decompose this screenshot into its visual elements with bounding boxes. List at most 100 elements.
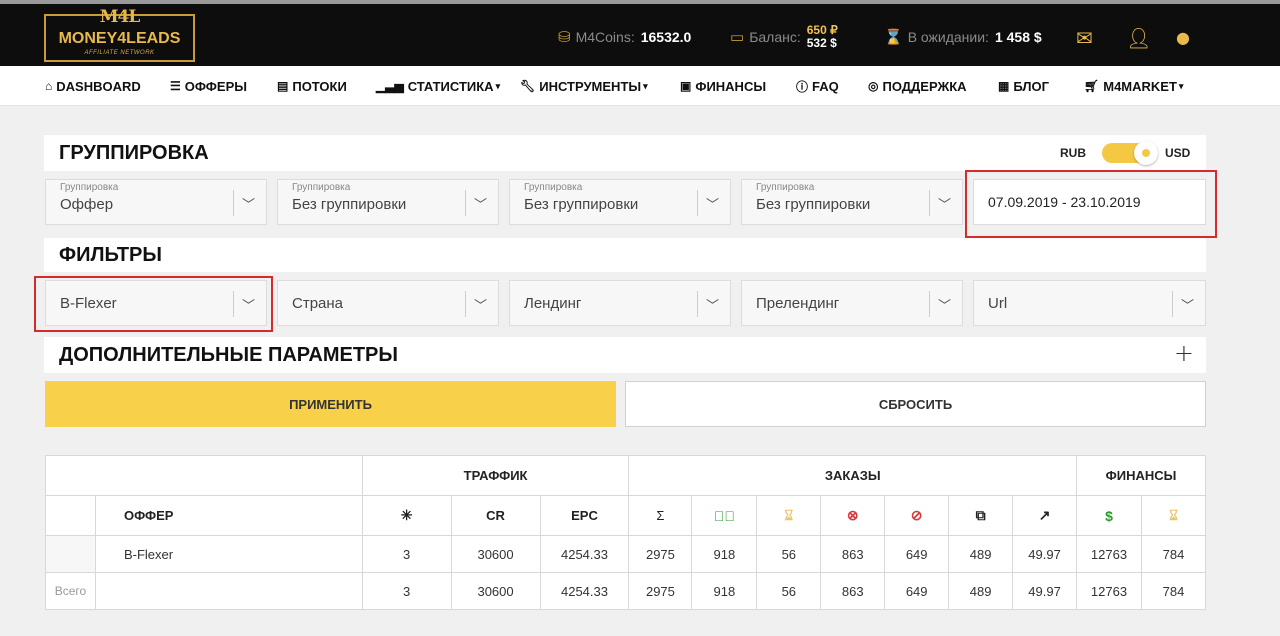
- col-duplicate[interactable]: ⧉: [948, 495, 1014, 536]
- chevron-down-icon: ﹀: [705, 299, 719, 314]
- select-value: Без группировки: [292, 196, 407, 213]
- table-total-row: Всего 3 30600 4254.33 2975 918 56 863 64…: [45, 572, 1207, 610]
- grouping-header: ГРУППИРОВКА RUB USD: [44, 135, 1206, 171]
- toggle-knob: [1134, 141, 1158, 165]
- filters-title: ФИЛЬТРЫ: [59, 244, 162, 266]
- cell: 4254.33: [539, 572, 630, 610]
- cell: 649: [884, 535, 950, 573]
- select-value: Страна: [292, 295, 344, 312]
- col-approved[interactable]: ✓⃝: [691, 495, 758, 536]
- col-cancelled[interactable]: ⊘: [884, 495, 950, 536]
- money-icon: ▣: [680, 79, 692, 93]
- col-empty: [45, 495, 96, 536]
- col-offer[interactable]: ОФФЕР: [94, 495, 363, 536]
- logo-tagline: AFFILIATE NETWORK: [84, 50, 155, 56]
- dollar-icon: $: [1105, 507, 1113, 524]
- table-group-header: ТРАФФИК ЗАКАЗЫ ФИНАНСЫ: [45, 455, 1206, 496]
- filter-prelanding-select[interactable]: Прелендинг ﹀: [741, 280, 963, 326]
- currency-toggle[interactable]: [1102, 141, 1158, 165]
- nav-streams[interactable]: ▤ ПОТОКИ: [277, 66, 347, 106]
- select-label: Группировка: [756, 182, 815, 193]
- nav-label: СТАТИСТИКА: [407, 78, 494, 94]
- extra-params-header[interactable]: ДОПОЛНИТЕЛЬНЫЕ ПАРАМЕТРЫ +: [44, 337, 1206, 373]
- nav-tools[interactable]: 🔧︎ ИНСТРУМЕНТЫ ▾: [520, 66, 648, 106]
- logo[interactable]: M4L MONEY4LEADS AFFILIATE NETWORK: [44, 7, 195, 62]
- coins-widget: ⛁ M4Coins: 16532.0: [558, 4, 691, 70]
- reset-button[interactable]: СБРОСИТЬ: [625, 381, 1206, 427]
- table-row[interactable]: B-Flexer 3 30600 4254.33 2975 918 56 863…: [45, 535, 1207, 573]
- nav-finance[interactable]: ▣ ФИНАНСЫ: [680, 66, 766, 106]
- cell: 56: [756, 572, 822, 610]
- pending-widget: ⌛ В ожидании: 1 458 $: [884, 4, 1042, 70]
- col-clicks[interactable]: ✳︎: [361, 495, 452, 536]
- chevron-down-icon: ﹀: [705, 198, 719, 213]
- col-income[interactable]: $: [1076, 495, 1142, 536]
- highlight-box-offer: [34, 276, 273, 332]
- nav-statistics[interactable]: ▁▃▅ СТАТИСТИКА ▾: [376, 66, 500, 106]
- user-icon[interactable]: 👤︎: [1126, 26, 1151, 50]
- chevron-down-icon: ﹀: [937, 299, 951, 314]
- cell: 4254.33: [539, 535, 630, 573]
- highlight-box-date: [965, 170, 1217, 238]
- col-trend[interactable]: ↗: [1012, 495, 1078, 536]
- nav-blog[interactable]: ▦ БЛОГ: [998, 66, 1049, 106]
- nav-support[interactable]: ◎ ПОДДЕРЖКА: [868, 66, 967, 106]
- logo-text: MONEY4LEADS: [58, 30, 181, 47]
- grouping-select-2[interactable]: Группировка Без группировки ﹀: [277, 179, 499, 225]
- col-hold-finance[interactable]: ⌛︎: [1140, 495, 1207, 536]
- nav-offers[interactable]: ☰ ОФФЕРЫ: [170, 66, 247, 106]
- grouping-select-1[interactable]: Группировка Оффер ﹀: [45, 179, 267, 225]
- apply-button[interactable]: ПРИМЕНИТЬ: [45, 381, 616, 427]
- logo-mark: M4L: [99, 7, 141, 27]
- nav-m4market[interactable]: 🛒︎ M4MARKET ▾: [1084, 66, 1183, 106]
- balance-widget: ▭ Баланс: 650 ₽ 532 $: [730, 4, 838, 70]
- rejected-icon: ⊗: [846, 507, 859, 523]
- nav-label: ПОДДЕРЖКА: [882, 78, 967, 94]
- grouping-title: ГРУППИРОВКА: [59, 142, 209, 164]
- pending-value: 1 458 $: [994, 29, 1042, 45]
- filter-landing-select[interactable]: Лендинг ﹀: [509, 280, 731, 326]
- chevron-down-icon: ▾: [495, 80, 501, 91]
- lifebuoy-icon: ◎: [868, 79, 879, 93]
- nav-label: ФИНАНСЫ: [695, 78, 767, 94]
- nav-label: БЛОГ: [1013, 78, 1049, 94]
- nav-label: DASHBOARD: [56, 78, 141, 94]
- filter-url-select[interactable]: Url ﹀: [973, 280, 1206, 326]
- mail-icon[interactable]: ✉: [1076, 26, 1093, 50]
- balance-usd: 532 $: [806, 36, 837, 50]
- chevron-down-icon: ﹀: [473, 198, 487, 213]
- select-label: Группировка: [292, 182, 351, 193]
- nav-label: ИНСТРУМЕНТЫ: [539, 78, 642, 94]
- grouping-select-4[interactable]: Группировка Без группировки ﹀: [741, 179, 963, 225]
- globe-icon[interactable]: ●: [1176, 28, 1190, 47]
- wallet-icon: ▭: [730, 29, 745, 46]
- wrench-icon: 🔧︎: [520, 79, 536, 93]
- cell: 12763: [1076, 572, 1142, 610]
- col-sum[interactable]: Σ: [628, 495, 693, 536]
- currency-usd-label: USD: [1165, 146, 1191, 160]
- grouping-select-3[interactable]: Группировка Без группировки ﹀: [509, 179, 731, 225]
- cell: 56: [756, 535, 822, 573]
- filter-country-select[interactable]: Страна ﹀: [277, 280, 499, 326]
- nav-dashboard[interactable]: ⌂ DASHBOARD: [45, 66, 141, 106]
- select-value: Прелендинг: [756, 295, 840, 312]
- nav-label: FAQ: [812, 78, 839, 94]
- cell: 3: [361, 535, 452, 573]
- hold-icon: ⌛︎: [784, 507, 794, 523]
- row-offer[interactable]: B-Flexer: [94, 535, 363, 573]
- col-cr[interactable]: CR: [450, 495, 541, 536]
- coins-label: M4Coins:: [575, 29, 635, 45]
- col-epc[interactable]: EPC: [539, 495, 630, 536]
- nav-faq[interactable]: ⓘ FAQ: [796, 66, 839, 106]
- news-icon: ▦: [998, 79, 1010, 93]
- home-icon: ⌂: [45, 79, 53, 93]
- cell: 3: [361, 572, 452, 610]
- row-label: [45, 535, 96, 573]
- col-hold[interactable]: ⌛︎: [756, 495, 822, 536]
- top-bar: M4L MONEY4LEADS AFFILIATE NETWORK ⛁ M4Co…: [0, 0, 1280, 66]
- plus-icon[interactable]: +: [1174, 339, 1194, 367]
- cell: 489: [948, 535, 1014, 573]
- cell: 918: [691, 535, 758, 573]
- col-rejected[interactable]: ⊗: [820, 495, 886, 536]
- hourglass-icon: ⌛: [884, 29, 903, 46]
